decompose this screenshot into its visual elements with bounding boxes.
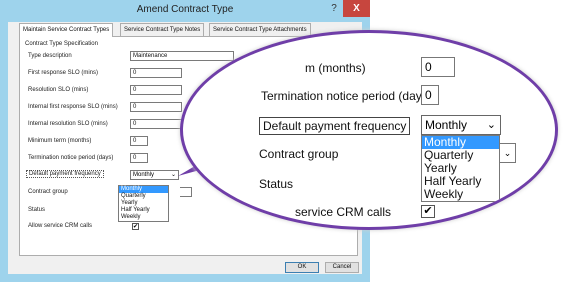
zoom-status-label: Status — [259, 177, 294, 191]
zoom-payment-option-weekly[interactable]: Weekly — [422, 188, 499, 201]
zoom-chevron-down-icon: ⌄ — [486, 119, 496, 131]
zoom-contract-group-label: Contract group — [259, 147, 339, 161]
zoom-allow-service-crm-calls-label: service CRM calls — [295, 205, 392, 219]
zoom-callout: m (months) 0 Termination notice period (… — [180, 30, 558, 230]
zoom-minimum-term-label: m (months) — [305, 61, 366, 75]
zoom-termination-notice-input[interactable]: 0 — [421, 85, 439, 105]
zoom-default-payment-frequency-select[interactable]: Monthly ⌄ — [421, 115, 501, 135]
zoom-default-payment-frequency-label: Default payment frequency — [259, 117, 411, 135]
zoom-payment-frequency-value: Monthly — [425, 118, 468, 132]
zoom-minimum-term-input[interactable]: 0 — [421, 57, 455, 77]
zoom-payment-frequency-dropdown-list: Monthly Quarterly Yearly Half Yearly Wee… — [421, 135, 500, 202]
zoom-contract-group-select[interactable]: ⌄ — [500, 143, 516, 163]
zoom-termination-notice-label: Termination notice period (days) — [261, 89, 432, 103]
zoom-allow-service-crm-calls-checkbox[interactable]: ✔ — [421, 205, 435, 218]
